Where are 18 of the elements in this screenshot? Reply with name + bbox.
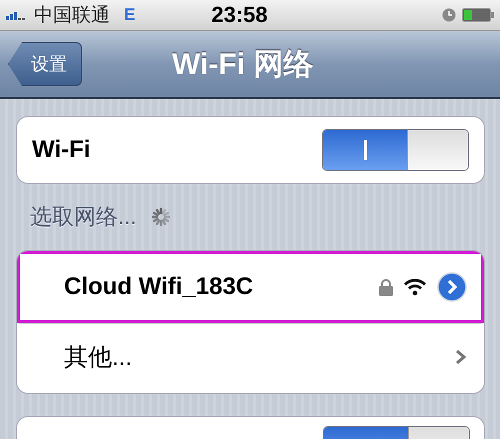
battery-icon bbox=[462, 8, 494, 22]
clock-time: 23:58 bbox=[211, 2, 269, 28]
back-button[interactable]: 设置 bbox=[8, 42, 82, 86]
chevron-icon bbox=[455, 349, 467, 365]
screen-title: Wi-Fi 网络 bbox=[172, 46, 314, 82]
clock-icon bbox=[442, 8, 456, 22]
network-name: Cloud Wifi_183C bbox=[64, 273, 254, 301]
wifi-icon bbox=[403, 278, 427, 296]
details-button[interactable] bbox=[437, 272, 467, 302]
section-header: 选取网络... bbox=[30, 203, 136, 231]
carrier-name: 中国联通 bbox=[34, 4, 110, 28]
signal-icon bbox=[6, 10, 28, 20]
network-row[interactable]: Cloud Wifi_183C bbox=[17, 251, 484, 323]
wifi-label: Wi-Fi bbox=[32, 136, 90, 164]
network-name: 其他... bbox=[64, 343, 134, 373]
wifi-toggle[interactable] bbox=[322, 129, 469, 171]
network-type: E bbox=[124, 5, 136, 25]
network-row[interactable]: 其他... bbox=[17, 323, 484, 393]
